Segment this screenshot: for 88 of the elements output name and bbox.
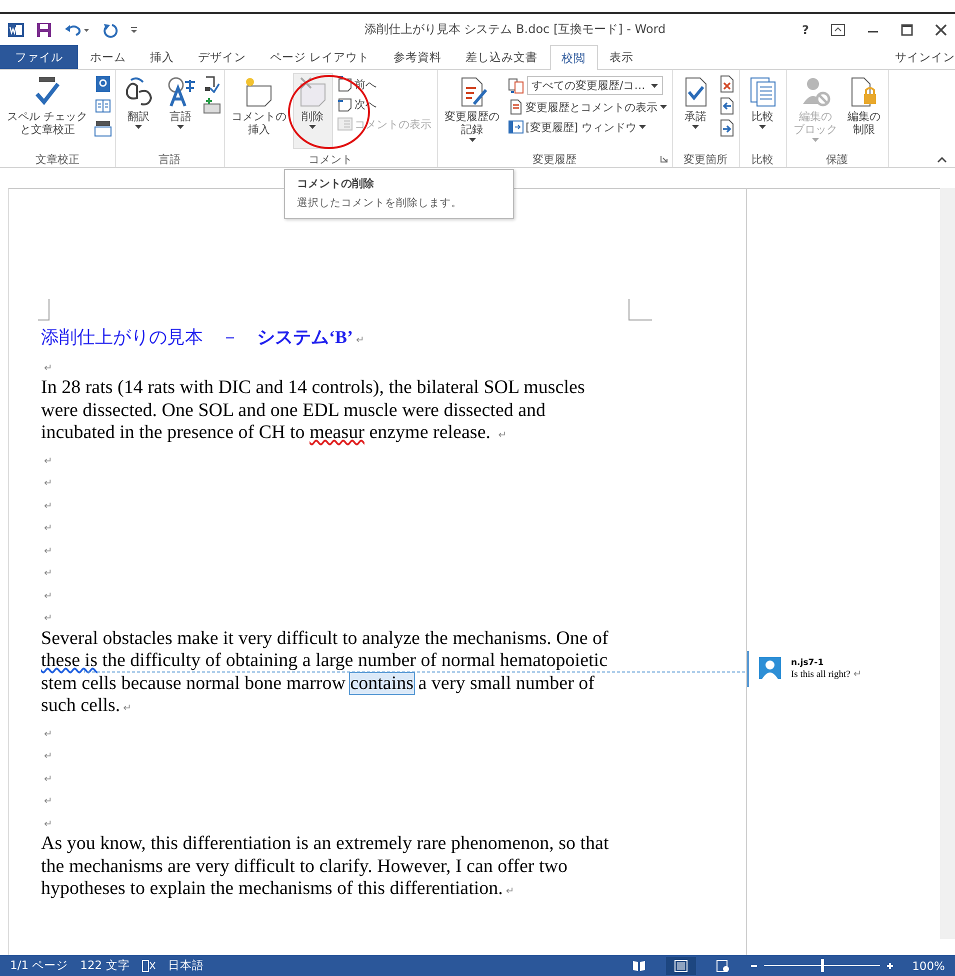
crop-mark [628,299,652,321]
group-label: コメント [308,152,352,166]
thesaurus-icon[interactable] [94,97,112,115]
redo-icon[interactable] [102,22,118,38]
document-heading: 添削仕上がりの見本 － システム‘B’ ↵ [41,326,366,349]
dialog-launcher-icon[interactable] [660,155,668,163]
ribbon-button[interactable]: 言語 [160,73,200,149]
ribbon-tab[interactable]: ページ レイアウト [258,45,382,69]
ribbon-tab[interactable]: ホーム [78,45,138,69]
page-count[interactable]: 1/1 ページ [10,958,68,973]
collapse-ribbon-icon[interactable] [937,157,947,163]
paragraph: Several obstacles make it very difficult to analyze the mechanisms. One of these is the difficulty of obtaining a large number of normal hematopoietic stem cells because normal bone marrow contains a very small number of such cells.↵ [41,628,610,718]
tooltip-title: コメントの削除 [297,176,375,191]
window-title: 添削仕上がり見本 システム B.doc [互換モード] - Word [363,21,667,38]
ribbon-display-icon[interactable] [831,24,845,36]
paragraph-mark: ↵ [44,818,52,830]
paragraph-mark: ↵ [44,728,52,740]
paragraph-mark: ↵ [44,613,52,624]
paragraph: In 28 rats (14 rats with DIC and 14 controls), the bilateral SOL muscles were dissected. One SOL and one EDL muscle were dissected and incubated in the presence of CH to measur enzyme release. ↵ [41,377,586,445]
customize-caret-icon[interactable] [130,24,138,34]
ribbon-button[interactable]: 編集の制限 [844,73,884,149]
crop-mark [38,299,50,321]
close-icon[interactable] [935,24,947,36]
maximize-icon[interactable] [901,24,913,36]
ribbon-button[interactable]: 承諾 [676,73,716,149]
print-layout-button[interactable] [666,956,696,974]
tooltip-text: 選択したコメントを削除します。 [297,196,463,210]
sign-in-link[interactable]: サインイン [895,50,955,64]
language-indicator[interactable]: 日本語 [168,958,204,973]
file-tab[interactable]: ファイル [0,45,78,69]
research-icon[interactable] [94,75,112,93]
comment-text: Is this all right? ↵ [791,669,862,681]
paragraph-mark: ↵ [44,590,52,602]
convert-text-icon[interactable] [202,75,220,93]
previous-comment-icon [336,76,352,92]
ribbon-button[interactable]: 翻訳 [118,73,158,149]
ribbon-button[interactable]: 変更履歴とコメントの表示 [506,98,668,116]
ribbon-tab[interactable]: 校閲 [550,45,598,70]
ribbon-button[interactable]: コメントの挿入 [228,73,290,149]
group-label: 文章校正 [35,152,80,166]
zoom-in-icon[interactable] [886,962,894,970]
paragraph-mark: ↵ [44,500,52,512]
paragraph-mark: ↵ [44,362,52,374]
ribbon-button[interactable]: [変更履歴] ウィンドウ [506,118,668,136]
paragraph-mark: ↵ [44,523,52,534]
paragraph-mark: ↵ [44,546,52,556]
group-label: 変更箇所 [684,152,728,166]
proofing-icon[interactable] [142,960,156,972]
ribbon-tab[interactable]: デザイン [186,45,258,69]
paragraph-mark: ↵ [44,478,52,489]
paragraph: As you know, this differentiation is an extremely rare phenomenon, so that the mechanisms are very difficult to clarify. However, I can offer two hypotheses to explain the mechanisms of this differentiation.↵ [41,833,610,901]
window-pane-icon [508,119,524,135]
save-icon[interactable] [36,22,52,38]
group-label: 変更履歴 [532,152,576,166]
ribbon-button[interactable]: スペル チェックと文章校正 [3,73,92,149]
next-comment-icon [336,96,352,112]
document-icon [508,99,524,115]
help-button[interactable]: ? [802,22,809,36]
group-label: 比較 [752,152,774,166]
keyboard-icon[interactable] [202,97,220,115]
ribbon-button[interactable]: 削除 [292,73,332,149]
paragraph-mark: ↵ [44,774,52,784]
ribbon-tab[interactable]: 挿入 [138,45,186,69]
ribbon-button[interactable]: 変更履歴の記録 [440,73,504,149]
show-comments-icon [336,116,352,132]
ribbon-tab[interactable]: 参考資料 [382,45,454,69]
paragraph-mark: ↵ [44,568,52,579]
ribbon-button[interactable]: 比較 [742,73,782,149]
ribbon-tab[interactable]: 差し込み文書 [454,45,550,69]
group-label: 保護 [826,152,848,166]
next-change-icon[interactable] [718,119,736,137]
word-count[interactable]: 122 文字 [80,958,130,973]
group-label: 言語 [158,152,180,166]
paragraph-mark: ↵ [44,796,52,807]
previous-change-icon[interactable] [718,97,736,115]
globe-page-icon [716,960,730,972]
avatar-icon [759,657,781,679]
paragraph-mark: ↵ [44,751,52,762]
word-count-icon[interactable] [94,119,112,137]
ribbon-tab[interactable]: 表示 [598,45,646,69]
page-icon [674,960,688,972]
compare-docs-icon [508,78,524,94]
reject-icon[interactable] [718,75,736,93]
comment-author: n.js7-1 [791,657,825,669]
zoom-level[interactable]: 100% [912,958,945,972]
book-icon [632,960,646,972]
word-logo-icon[interactable] [8,22,24,38]
paragraph-mark: ↵ [44,456,52,466]
